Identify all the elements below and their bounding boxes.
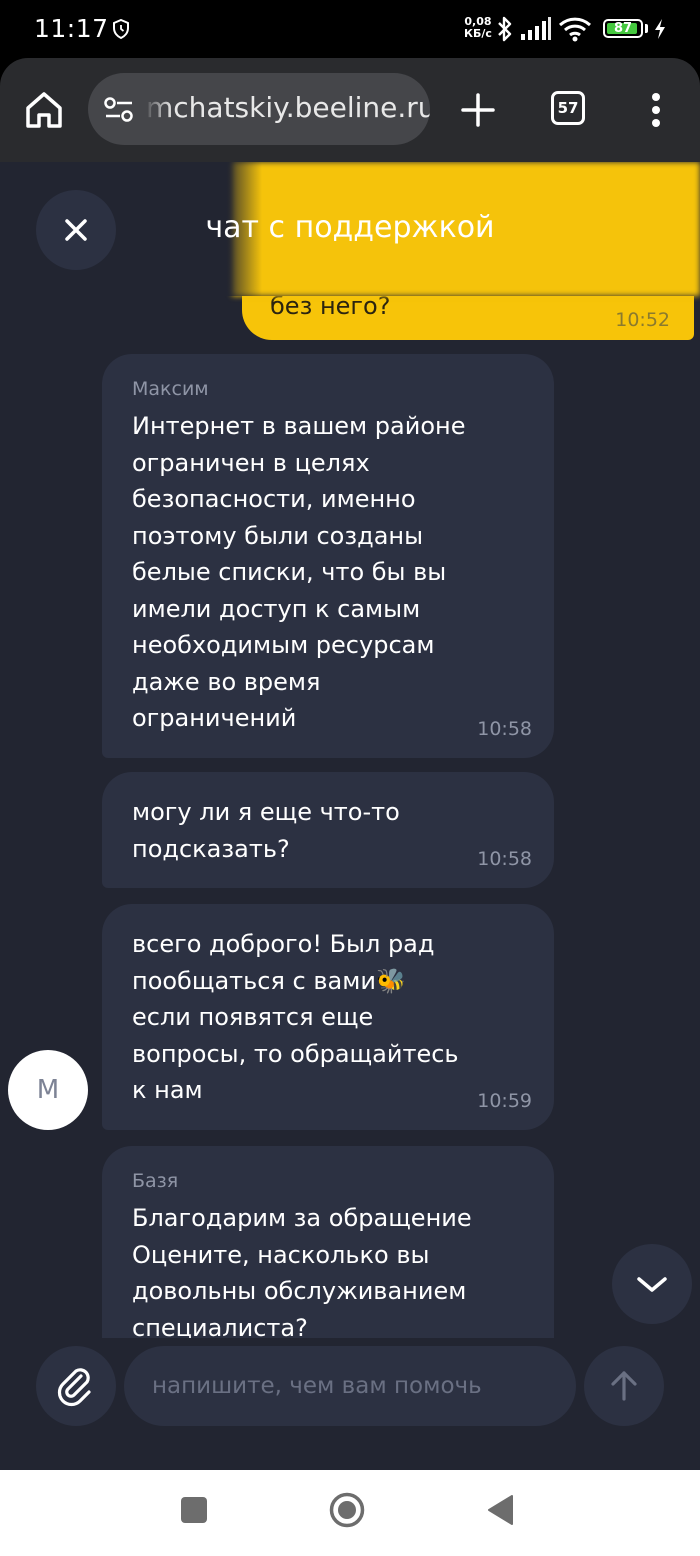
message-text: Благодарим за обращение Оцените, насколь… — [132, 1204, 472, 1342]
incoming-message: могу ли я еще что-то подсказать? 10:58 — [102, 772, 554, 888]
home-icon[interactable] — [20, 86, 68, 134]
incoming-message: Максим Интернет в вашем районе ограничен… — [102, 354, 554, 758]
composer — [0, 1338, 700, 1470]
chat-header: чат с поддержкой — [0, 162, 700, 296]
message-input[interactable] — [124, 1346, 576, 1426]
message-text: Интернет в вашем районе ограничен в целя… — [132, 412, 466, 732]
outgoing-message-text: без него? — [270, 292, 391, 320]
battery-level: 87 — [613, 21, 633, 36]
message-time: 10:59 — [477, 1090, 532, 1112]
shield-icon — [113, 19, 129, 39]
message-text: всего доброго! Был рад пообщаться с вами… — [132, 930, 459, 1104]
network-speed-unit: КБ/с — [464, 27, 492, 40]
avatar: М — [8, 1050, 88, 1130]
chat-area: без него? 10:52 Максим Интернет в вашем … — [0, 162, 700, 1470]
address-bar[interactable]: mchatskiy.beeline.ru — [88, 73, 430, 145]
message-time: 10:58 — [477, 718, 532, 740]
network-speed: 0,08 КБ/с — [464, 16, 492, 40]
message-time: 10:58 — [477, 848, 532, 870]
outgoing-message-time: 10:52 — [615, 309, 670, 331]
wifi-icon — [558, 17, 592, 42]
status-time: 11:17 — [34, 14, 109, 43]
arrow-up-icon — [611, 1371, 637, 1401]
status-icons — [496, 14, 592, 44]
tabs-icon[interactable]: 57 — [551, 91, 585, 125]
chevron-down-icon — [637, 1277, 667, 1292]
browser-toolbar: mchatskiy.beeline.ru 57 — [0, 58, 700, 162]
message-sender: Максим — [132, 378, 209, 400]
system-nav-bar — [0, 1470, 700, 1556]
page-title: чат с поддержкой — [205, 210, 495, 245]
back-icon[interactable] — [486, 1494, 514, 1526]
more-vert-icon[interactable] — [640, 88, 672, 132]
scroll-down-button[interactable] — [612, 1244, 692, 1324]
send-button[interactable] — [584, 1346, 664, 1426]
message-text: могу ли я еще что-то подсказать? — [132, 798, 400, 863]
plus-icon[interactable] — [456, 88, 500, 132]
message-sender: Базя — [132, 1170, 179, 1192]
recents-icon[interactable] — [181, 1497, 207, 1523]
battery-icon: 87 — [603, 19, 643, 38]
attach-button[interactable] — [36, 1346, 116, 1426]
url-text: mchatskiy.beeline.ru — [146, 91, 430, 124]
bluetooth-icon — [498, 16, 512, 42]
site-settings-icon[interactable] — [104, 97, 134, 123]
signal-icon — [521, 17, 551, 40]
home-circle-icon[interactable] — [329, 1492, 365, 1528]
status-bar: 11:17 0,08 КБ/с 87 — [0, 0, 700, 58]
battery-tip — [645, 24, 648, 33]
charging-icon — [655, 19, 665, 39]
url-fade — [144, 73, 172, 145]
paperclip-icon — [57, 1368, 91, 1407]
incoming-message: всего доброго! Был рад пообщаться с вами… — [102, 904, 554, 1130]
